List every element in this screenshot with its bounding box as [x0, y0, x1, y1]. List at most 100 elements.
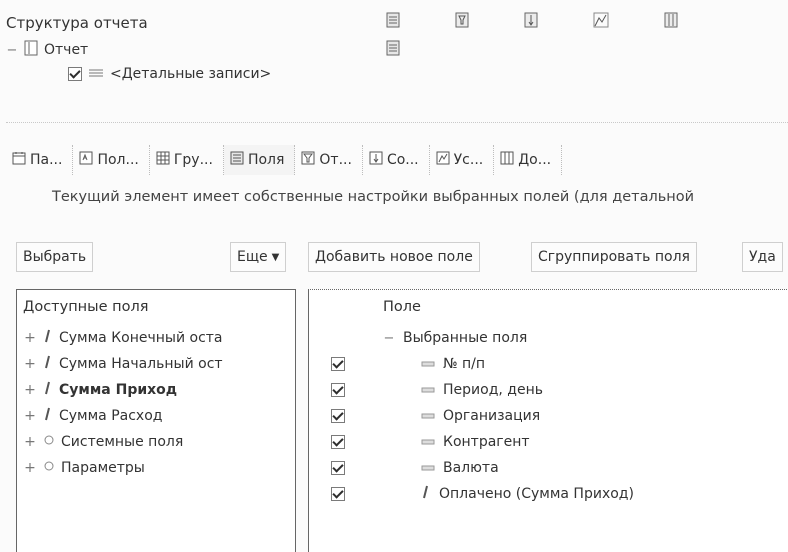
extra-fields-icon	[500, 151, 514, 169]
expand-icon[interactable]: +	[23, 356, 37, 372]
tree-row-detail[interactable]: <Детальные записи>	[68, 66, 271, 82]
field-label: Сумма Приход	[59, 382, 178, 398]
report-fields-icon	[386, 40, 400, 60]
tab-fields[interactable]: Поля	[223, 145, 296, 175]
report-icon	[24, 40, 38, 60]
select-button[interactable]: Выбрать	[16, 242, 94, 272]
field-label: Организация	[443, 408, 541, 424]
tab-grouping[interactable]: Гру...	[150, 145, 224, 175]
list-item[interactable]: + Сумма Расход	[23, 404, 162, 428]
table-row[interactable]: Организация	[331, 404, 540, 428]
checkbox[interactable]	[68, 67, 82, 81]
field-icon	[421, 356, 435, 372]
table-row[interactable]: Период, день	[331, 378, 543, 402]
collapse-icon[interactable]: −	[383, 331, 395, 346]
tab-user-fields[interactable]: Пол...	[73, 145, 150, 175]
number-field-icon	[43, 329, 53, 347]
tab-conditional-format[interactable]: Ус...	[430, 145, 495, 175]
detail-records-icon	[88, 66, 104, 82]
field-label: Сумма Начальный ост	[59, 356, 223, 372]
sort-icon[interactable]	[524, 12, 538, 32]
tab-label: От...	[319, 152, 352, 168]
fields-icon[interactable]	[386, 12, 400, 32]
tree-label: Отчет	[44, 42, 89, 58]
expand-icon[interactable]: +	[23, 408, 37, 424]
field-checkbox[interactable]	[331, 357, 345, 371]
field-label: Контрагент	[443, 434, 530, 450]
chevron-down-icon: ▼	[271, 251, 280, 263]
field-label: Сумма Конечный оста	[59, 330, 223, 346]
filter-icon	[301, 151, 315, 169]
field-icon	[421, 382, 435, 398]
filter-icon[interactable]	[455, 12, 469, 32]
tab-label: Поля	[247, 152, 285, 168]
tab-label: Ус...	[453, 152, 484, 168]
tab-label: До...	[518, 152, 552, 168]
table-row[interactable]: Валюта	[331, 456, 499, 480]
delete-button[interactable]: Уда	[742, 242, 783, 272]
list-item[interactable]: + Сумма Начальный ост	[23, 352, 223, 376]
params-icon	[79, 151, 93, 169]
add-field-button[interactable]: Добавить новое поле	[308, 242, 480, 272]
table-row[interactable]: Контрагент	[331, 430, 530, 454]
collapse-icon[interactable]: −	[6, 43, 18, 58]
structure-title: Структура отчета	[6, 14, 148, 32]
tab-label: Па...	[30, 152, 63, 168]
field-label: Оплачено (Сумма Приход)	[439, 486, 634, 502]
folder-icon	[43, 434, 55, 450]
field-checkbox[interactable]	[331, 487, 345, 501]
conditional-format-icon	[436, 151, 450, 169]
tab-extra-settings[interactable]: До...	[494, 145, 563, 175]
expand-icon[interactable]: +	[23, 434, 37, 450]
conditional-format-icon[interactable]	[593, 12, 609, 32]
field-label: № п/п	[443, 356, 486, 372]
field-checkbox[interactable]	[331, 383, 345, 397]
list-item[interactable]: + Сумма Конечный оста	[23, 326, 223, 350]
table-row[interactable]: Оплачено (Сумма Приход)	[331, 482, 634, 506]
calendar-icon	[12, 151, 26, 169]
field-icon	[421, 408, 435, 424]
grid-icon	[156, 151, 170, 169]
report-settings-window: Структура отчета − Отчет <Детальные запи…	[0, 0, 788, 552]
field-label: Валюта	[443, 460, 499, 476]
selected-fields-group[interactable]: − Выбранные поля	[383, 326, 528, 350]
expand-icon[interactable]: +	[23, 382, 37, 398]
extra-fields-icon[interactable]	[664, 12, 678, 32]
tab-label: Со...	[386, 152, 419, 168]
tab-sort[interactable]: Со...	[363, 145, 430, 175]
field-icon	[421, 460, 435, 476]
field-label: Системные поля	[61, 434, 184, 450]
more-label: Еще	[237, 249, 268, 265]
more-button[interactable]: Еще ▼	[230, 242, 287, 272]
field-label: Параметры	[61, 460, 145, 476]
list-item[interactable]: + Сумма Приход	[23, 378, 177, 402]
settings-tabs: Па... Пол... Гру... Поля От... Со... Ус.…	[6, 145, 788, 175]
folder-icon	[43, 460, 55, 476]
fields-icon	[230, 151, 244, 169]
info-message: Текущий элемент имеет собственные настро…	[52, 189, 695, 205]
field-icon	[421, 434, 435, 450]
expand-icon[interactable]: +	[23, 460, 37, 476]
field-checkbox[interactable]	[331, 461, 345, 475]
group-fields-button[interactable]: Сгруппировать поля	[531, 242, 697, 272]
tree-row-report[interactable]: − Отчет	[6, 40, 88, 60]
group-label: Выбранные поля	[403, 330, 528, 346]
available-fields-panel[interactable]: Доступные поля + Сумма Конечный оста + С…	[16, 289, 296, 552]
selected-fields-panel[interactable]: Поле − Выбранные поля № п/п Период, день…	[308, 289, 788, 552]
number-field-icon	[43, 407, 53, 425]
tab-filter[interactable]: От...	[295, 145, 363, 175]
field-checkbox[interactable]	[331, 409, 345, 423]
table-row[interactable]: № п/п	[331, 352, 485, 376]
tree-label: <Детальные записи>	[110, 66, 272, 82]
available-fields-header: Доступные поля	[23, 299, 149, 315]
list-item[interactable]: + Параметры	[23, 456, 145, 480]
expand-icon[interactable]: +	[23, 330, 37, 346]
field-checkbox[interactable]	[331, 435, 345, 449]
structure-toolbar	[386, 12, 678, 32]
tab-label: Пол...	[97, 152, 139, 168]
tab-parameters[interactable]: Па...	[6, 145, 74, 175]
number-field-icon	[43, 381, 53, 399]
number-field-icon	[421, 485, 431, 503]
list-item[interactable]: + Системные поля	[23, 430, 183, 454]
report-structure-panel: Структура отчета − Отчет <Детальные запи…	[6, 12, 788, 123]
